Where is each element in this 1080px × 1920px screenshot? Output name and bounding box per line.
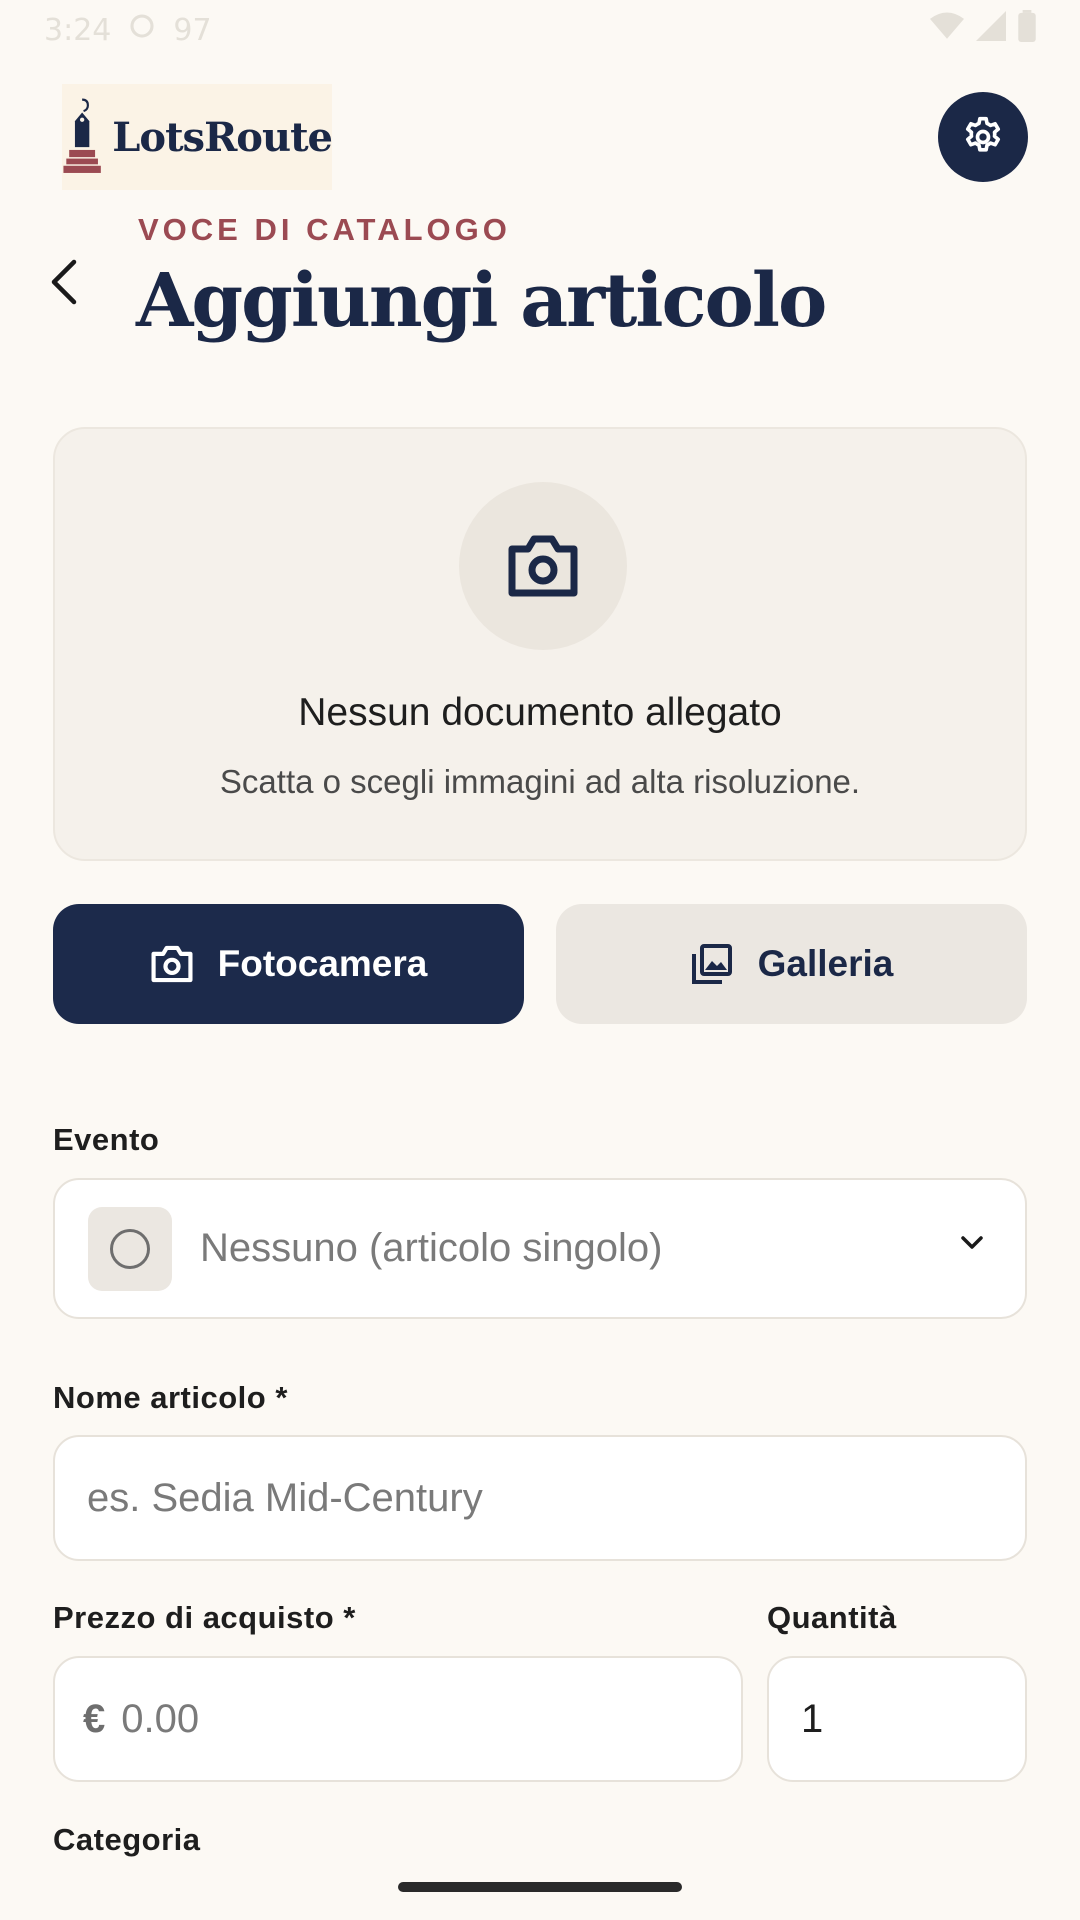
status-time: 3:24 — [44, 12, 112, 48]
camera-button[interactable]: Fotocamera — [53, 904, 524, 1024]
gallery-button[interactable]: Galleria — [556, 904, 1027, 1024]
app-logo: LotsRoute — [62, 84, 333, 190]
back-button[interactable] — [38, 250, 88, 314]
camera-button-label: Fotocamera — [217, 943, 428, 984]
item-name-label: Nome articolo * — [53, 1380, 288, 1415]
chevron-left-icon — [51, 259, 77, 305]
item-name-input[interactable]: es. Sedia Mid-Century — [53, 1435, 1027, 1561]
settings-button[interactable] — [938, 92, 1028, 182]
logo-text: LotsRoute — [112, 113, 333, 161]
wifi-icon — [930, 11, 964, 49]
gallery-icon — [691, 944, 732, 984]
chevron-down-icon — [961, 1236, 983, 1249]
sync-icon — [127, 11, 157, 49]
attachment-icon-circle — [459, 482, 627, 650]
camera-icon — [151, 945, 193, 983]
purchase-price-placeholder: 0.00 — [121, 1696, 200, 1741]
status-right — [930, 10, 1036, 50]
signal-icon — [976, 11, 1006, 49]
purchase-price-input[interactable]: € 0.00 — [53, 1656, 743, 1782]
currency-symbol: € — [83, 1696, 106, 1741]
status-bar: 3:24 97 — [0, 0, 1080, 60]
price-tag-icon — [63, 98, 101, 173]
event-select-value: Nessuno (articolo singolo) — [200, 1226, 663, 1270]
camera-icon — [508, 535, 578, 597]
category-label: Categoria — [53, 1822, 201, 1857]
gallery-button-label: Galleria — [757, 943, 894, 984]
quantity-value: 1 — [801, 1696, 824, 1741]
item-name-placeholder: es. Sedia Mid-Century — [87, 1475, 483, 1520]
home-indicator[interactable] — [398, 1882, 682, 1892]
status-extra: 97 — [173, 12, 212, 48]
page-title: Aggiungi articolo — [136, 258, 827, 344]
page-eyebrow: VOCE DI CATALOGO — [138, 212, 511, 247]
event-select[interactable]: Nessuno (articolo singolo) — [53, 1178, 1027, 1319]
gear-icon — [965, 116, 1001, 152]
quantity-label: Quantità — [767, 1600, 897, 1635]
quantity-input[interactable]: 1 — [767, 1656, 1027, 1782]
attachment-dropzone[interactable]: Nessun documento allegato Scatta o scegl… — [53, 427, 1027, 861]
purchase-price-label: Prezzo di acquisto * — [53, 1600, 356, 1635]
attachment-empty-subtitle: Scatta o scegli immagini ad alta risoluz… — [219, 763, 861, 800]
attachment-empty-title: Nessun documento allegato — [298, 691, 782, 734]
empty-circle-icon — [110, 1228, 150, 1269]
battery-icon — [1018, 10, 1036, 50]
status-left: 3:24 97 — [44, 11, 212, 49]
event-label: Evento — [53, 1122, 160, 1157]
event-thumbnail — [88, 1206, 172, 1291]
